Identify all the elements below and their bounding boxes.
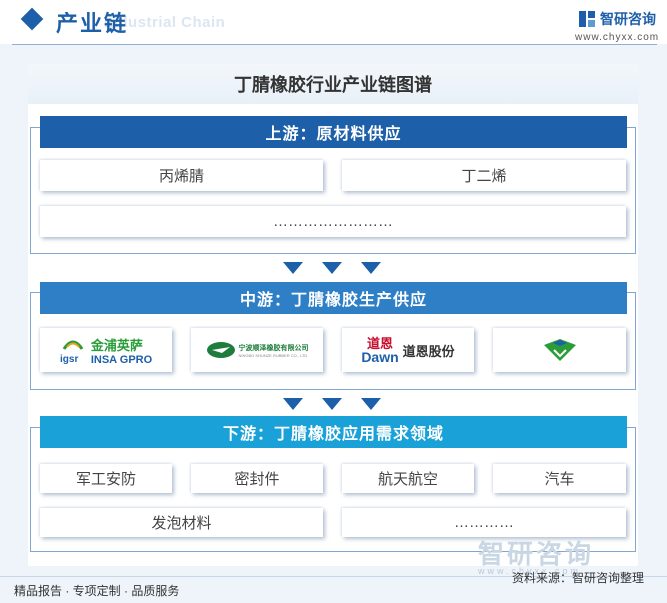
arrow-down-icon [283, 398, 303, 410]
arrow-down-icon [283, 262, 303, 274]
upstream-heading: 上游：原材料供应 [40, 116, 627, 148]
company-card-unnamed [493, 328, 626, 372]
brand-name: 智研咨询 [600, 11, 656, 27]
section-title: 产业链 [56, 11, 129, 36]
company-name-cn: 道恩股份 [402, 343, 455, 359]
midstream-heading: 中游：丁腈橡胶生产供应 [40, 282, 627, 314]
company-name-en: NINGBO SHUNZE RUBBER CO., LTD [238, 352, 308, 358]
downstream-heading: 下游：丁腈橡胶应用需求领域 [40, 416, 627, 448]
arrow-down-icon [361, 398, 381, 410]
brand-url: www.chyxx.com [575, 32, 660, 43]
dawn-mark-cn: 道恩 [366, 335, 393, 351]
company-card-shunze: 宁波顺泽橡胶有限公司 NINGBO SHUNZE RUBBER CO., LTD [191, 328, 323, 372]
arrow-down-icon [322, 262, 342, 274]
igsr-mark: igsr [60, 354, 78, 365]
dawn-mark-en: Dawn [361, 348, 399, 365]
company-card-jinpu: igsr 金浦英萨 INSA GPRO [40, 328, 172, 372]
source-note: 资料来源：智研咨询整理 [512, 571, 645, 585]
company-name-en: INSA GPRO [90, 353, 153, 366]
igsr-logo-icon: igsr [60, 340, 84, 365]
company-logo-icon [543, 339, 576, 361]
arrow-down-icon [322, 398, 342, 410]
downstream-item: 汽车 [493, 464, 626, 493]
header-divider [12, 44, 657, 45]
downstream-item: 军工安防 [40, 464, 172, 493]
company-card-dawn: 道恩 Dawn 道恩股份 [342, 328, 474, 372]
downstream-item: 密封件 [191, 464, 323, 493]
footer-tagline: 精品报告 · 专项定制 · 品质服务 [14, 584, 180, 598]
brand-logo-icon [579, 11, 595, 27]
upstream-more: …………………… [40, 206, 626, 237]
diamond-icon [20, 7, 44, 31]
company-name-cn: 金浦英萨 [90, 337, 143, 353]
company-name-cn: 宁波顺泽橡胶有限公司 [238, 344, 309, 352]
page-header: Industrial Chain 产业链 智研咨询 www.chyxx.com [0, 0, 667, 44]
arrow-down-icon [361, 262, 381, 274]
upstream-item: 丁二烯 [342, 160, 626, 191]
downstream-item: 航天航空 [342, 464, 474, 493]
shunze-logo-icon [206, 342, 235, 358]
upstream-item: 丙烯腈 [40, 160, 323, 191]
downstream-item: 发泡材料 [40, 508, 323, 537]
diagram-title: 丁腈橡胶行业产业链图谱 [28, 64, 638, 104]
downstream-more: ………… [342, 508, 626, 537]
